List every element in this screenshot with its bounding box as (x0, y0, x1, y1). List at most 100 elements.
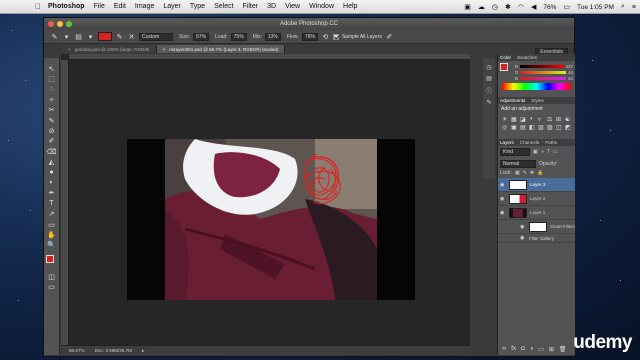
filter-gallery-row[interactable]: ◉ Filter Gallery (498, 234, 575, 243)
posterize-icon[interactable]: ▥ (538, 124, 546, 131)
color-panel-swatches[interactable] (500, 63, 512, 75)
color-balance-icon[interactable]: ⚖ (547, 116, 555, 123)
panel-foreground-swatch[interactable] (500, 63, 508, 71)
battery-percent[interactable]: 76% (543, 4, 556, 11)
curves-icon[interactable]: ◪ (520, 116, 528, 123)
layer-name[interactable]: Layer 1 (530, 210, 545, 215)
eyedropper-tool-icon[interactable]: ✎ (47, 116, 57, 125)
info-icon[interactable]: ⓘ (486, 86, 492, 95)
layer-style-icon[interactable]: fx (511, 346, 516, 353)
document-canvas-area[interactable]: 66.67% Doc: 3.96M/25.7M ▸ (61, 54, 470, 355)
brush-presets-icon[interactable]: ✎ (486, 99, 491, 106)
visibility-eye-icon[interactable]: ◉ (500, 210, 506, 216)
close-button[interactable] (48, 21, 54, 27)
menu-window[interactable]: Window (309, 3, 334, 10)
levels-icon[interactable]: ▦ (511, 116, 519, 123)
clock-icon[interactable]: ◷ (492, 3, 498, 11)
layer-row-1[interactable]: ◉ Layer 1 (498, 206, 575, 220)
wifi-icon[interactable]: ◠ (518, 3, 524, 11)
mix-field[interactable]: 13% (264, 32, 281, 41)
hand-tool-icon[interactable]: ✋ (47, 230, 57, 239)
visibility-eye-icon[interactable]: ◉ (500, 196, 506, 202)
filter-shape-icon[interactable]: ▭ (553, 149, 558, 155)
lock-position-icon[interactable]: ✥ (530, 170, 534, 176)
properties-icon[interactable]: ▤ (486, 75, 492, 82)
layer-name[interactable]: Layer 2 (530, 196, 545, 201)
exposure-icon[interactable]: ◑ (529, 116, 537, 123)
menu-image[interactable]: Image (135, 3, 154, 10)
slider-b[interactable] (519, 76, 567, 80)
photo-filter-icon[interactable]: ◎ (502, 124, 510, 131)
color-value-b[interactable]: 44 (568, 76, 573, 81)
color-spectrum[interactable] (502, 83, 571, 90)
add-mask-icon[interactable]: ◘ (521, 346, 525, 353)
smart-filters-label[interactable]: Smart Filters (550, 224, 575, 229)
layer-row-2[interactable]: ◉ Layer 2 (498, 192, 575, 206)
lock-paint-icon[interactable]: ✎ (523, 170, 527, 176)
minimize-button[interactable] (57, 21, 63, 27)
menu-layer[interactable]: Layer (163, 3, 181, 10)
filter-pixel-icon[interactable]: ▣ (533, 149, 538, 155)
eraser-tool-icon[interactable]: ⌫ (47, 147, 57, 156)
menu-3d[interactable]: 3D (267, 3, 276, 10)
smart-filters-row[interactable]: ◉ Smart Filters (498, 220, 575, 234)
gradient-map-icon[interactable]: ◫ (556, 124, 564, 131)
tab-close-icon[interactable]: × (163, 47, 166, 52)
tab-channels[interactable]: Channels (520, 140, 539, 145)
sample-all-checkbox[interactable] (332, 33, 339, 40)
brightness-icon[interactable]: ☀ (502, 116, 510, 123)
tab-color[interactable]: Color (500, 55, 511, 60)
quick-mask-icon[interactable]: ◫ (47, 272, 57, 281)
brush-preset-icon[interactable]: ▾ (62, 32, 71, 41)
zoom-button[interactable] (66, 21, 72, 27)
dodge-tool-icon[interactable]: ◐ (47, 178, 57, 187)
filter-type-icon[interactable]: T (547, 149, 550, 155)
menu-help[interactable]: Help (343, 3, 357, 10)
smart-filter-eye-icon[interactable]: ◉ (520, 224, 526, 230)
foreground-background-colors[interactable] (45, 255, 58, 268)
doc-size[interactable]: Doc: 3.96M/25.7M (95, 348, 133, 353)
volume-icon[interactable]: ◀ (531, 3, 536, 11)
filter-gallery-label[interactable]: Filter Gallery (529, 236, 554, 241)
blur-tool-icon[interactable]: ● (47, 168, 57, 177)
lock-all-icon[interactable]: 🔒 (537, 170, 543, 176)
new-layer-icon[interactable]: ⊞ (549, 346, 554, 353)
lock-pixels-icon[interactable]: ▦ (515, 170, 520, 176)
blend-mode-select[interactable]: Normal (500, 160, 536, 168)
screen-mode-icon[interactable]: ▭ (47, 282, 57, 291)
marquee-tool-icon[interactable]: ⬚ (47, 74, 57, 83)
zoom-level[interactable]: 66.67% (69, 348, 85, 353)
new-adjustment-icon[interactable]: ◑ (530, 346, 534, 353)
history-icon[interactable]: ◷ (486, 64, 491, 71)
gradient-tool-icon[interactable]: ◭ (47, 158, 57, 167)
menu-view[interactable]: View (285, 3, 300, 10)
menu-file[interactable]: File (94, 3, 105, 10)
black-white-icon[interactable]: ☯ (565, 116, 573, 123)
flow-field[interactable]: 76% (301, 32, 318, 41)
tab-swatches[interactable]: Swatches (517, 55, 537, 60)
load-field[interactable]: 75% (230, 32, 247, 41)
menu-type[interactable]: Type (190, 3, 205, 10)
visibility-eye-icon[interactable]: ◉ (500, 182, 506, 188)
brush-tool-icon[interactable]: ✎ (50, 32, 59, 41)
layer-kind-filter[interactable]: Kind (500, 148, 530, 156)
search-icon[interactable]: ⌕ (621, 3, 625, 11)
layer-row-3[interactable]: ◉ Layer 3 (498, 178, 575, 192)
cloud-icon[interactable]: ☁ (478, 3, 485, 11)
current-color-swatch[interactable] (98, 32, 112, 41)
bluetooth-icon[interactable]: ✱ (505, 3, 511, 11)
color-value-g[interactable]: 44 (568, 70, 573, 75)
lasso-tool-icon[interactable]: ◌ (47, 85, 57, 94)
move-tool-icon[interactable]: ↖ (47, 64, 57, 73)
brush-tool-icon[interactable]: ✐ (47, 137, 57, 146)
tab-paths[interactable]: Paths (545, 140, 557, 145)
notifications-icon[interactable]: ≡ (632, 4, 636, 11)
doc-tab-1[interactable]: × mirayen001.psd @ 66.7% (Layer 3, RGB/8… (156, 45, 286, 53)
tab-styles[interactable]: Styles (531, 98, 544, 103)
filter-eye-icon[interactable]: ◉ (520, 235, 526, 241)
foreground-color-swatch[interactable] (45, 255, 54, 264)
pen-tool-icon[interactable]: ✒ (47, 189, 57, 198)
vertical-ruler[interactable] (61, 60, 69, 345)
slider-g[interactable] (520, 70, 567, 74)
menu-filter[interactable]: Filter (243, 3, 259, 10)
